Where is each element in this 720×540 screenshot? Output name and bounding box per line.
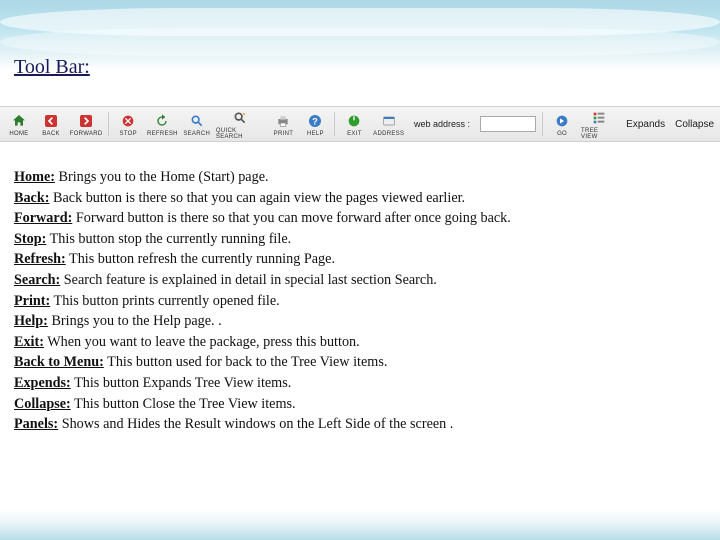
home-icon [10, 112, 28, 130]
toolbar: HOME BACK FORWARD STOP REFRESH SEARCH QU… [0, 106, 720, 142]
desc-print: Print: This button prints currently open… [14, 292, 706, 312]
tree-view-button[interactable]: TREE VIEW [581, 109, 616, 140]
decorative-wave-top [0, 0, 720, 70]
web-address-label: web address : [414, 119, 470, 129]
go-label: GO [557, 131, 567, 137]
refresh-button[interactable]: REFRESH [147, 112, 177, 137]
quick-search-button[interactable]: QUICK SEARCH [216, 109, 265, 140]
separator [334, 112, 335, 136]
forward-icon [77, 112, 95, 130]
stop-label: STOP [120, 131, 137, 137]
search-button[interactable]: SEARCH [184, 112, 210, 137]
search-icon [188, 112, 206, 130]
stop-button[interactable]: STOP [115, 112, 141, 137]
desc-back-to-menu: Back to Menu: This button used for back … [14, 353, 706, 373]
page-title: Tool Bar: [14, 56, 90, 79]
tree-view-icon [590, 109, 608, 127]
desc-home: Home: Brings you to the Home (Start) pag… [14, 168, 706, 188]
refresh-icon [153, 112, 171, 130]
help-button[interactable]: ? HELP [302, 112, 328, 137]
help-icon: ? [306, 112, 324, 130]
desc-back: Back: Back button is there so that you c… [14, 189, 706, 209]
desc-stop: Stop: This button stop the currently run… [14, 230, 706, 250]
print-button[interactable]: PRINT [270, 112, 296, 137]
desc-exit: Exit: When you want to leave the package… [14, 333, 706, 353]
address-icon [380, 112, 398, 130]
back-icon [42, 112, 60, 130]
help-label: HELP [307, 131, 324, 137]
tree-view-label: TREE VIEW [581, 128, 616, 140]
web-address-input[interactable] [480, 116, 536, 132]
desc-help: Help: Brings you to the Help page. . [14, 312, 706, 332]
separator [542, 112, 543, 136]
desc-panels: Panels: Shows and Hides the Result windo… [14, 415, 706, 435]
print-icon [274, 112, 292, 130]
desc-forward: Forward: Forward button is there so that… [14, 209, 706, 229]
quick-search-label: QUICK SEARCH [216, 128, 265, 140]
collapse-link[interactable]: Collapse [675, 119, 714, 130]
back-button[interactable]: BACK [38, 112, 64, 137]
expands-link[interactable]: Expands [626, 119, 665, 130]
address-button[interactable]: ADDRESS [373, 112, 404, 137]
svg-text:?: ? [313, 116, 319, 126]
forward-label: FORWARD [70, 131, 103, 137]
quick-search-icon [231, 109, 249, 127]
forward-button[interactable]: FORWARD [70, 112, 102, 137]
exit-icon [345, 112, 363, 130]
decorative-wave-bottom [0, 510, 720, 540]
exit-label: EXIT [347, 131, 362, 137]
desc-refresh: Refresh: This button refresh the current… [14, 250, 706, 270]
back-label: BACK [42, 131, 60, 137]
home-button[interactable]: HOME [6, 112, 32, 137]
desc-expends: Expends: This button Expands Tree View i… [14, 374, 706, 394]
stop-icon [119, 112, 137, 130]
go-icon [553, 112, 571, 130]
home-label: HOME [9, 131, 28, 137]
desc-search: Search: Search feature is explained in d… [14, 271, 706, 291]
refresh-label: REFRESH [147, 131, 178, 137]
descriptions: Home: Brings you to the Home (Start) pag… [14, 168, 706, 436]
desc-collapse: Collapse: This button Close the Tree Vie… [14, 395, 706, 415]
exit-button[interactable]: EXIT [341, 112, 367, 137]
print-label: PRINT [274, 131, 294, 137]
separator [108, 112, 109, 136]
address-label: ADDRESS [373, 131, 404, 137]
search-label: SEARCH [183, 131, 210, 137]
go-button[interactable]: GO [549, 112, 575, 137]
